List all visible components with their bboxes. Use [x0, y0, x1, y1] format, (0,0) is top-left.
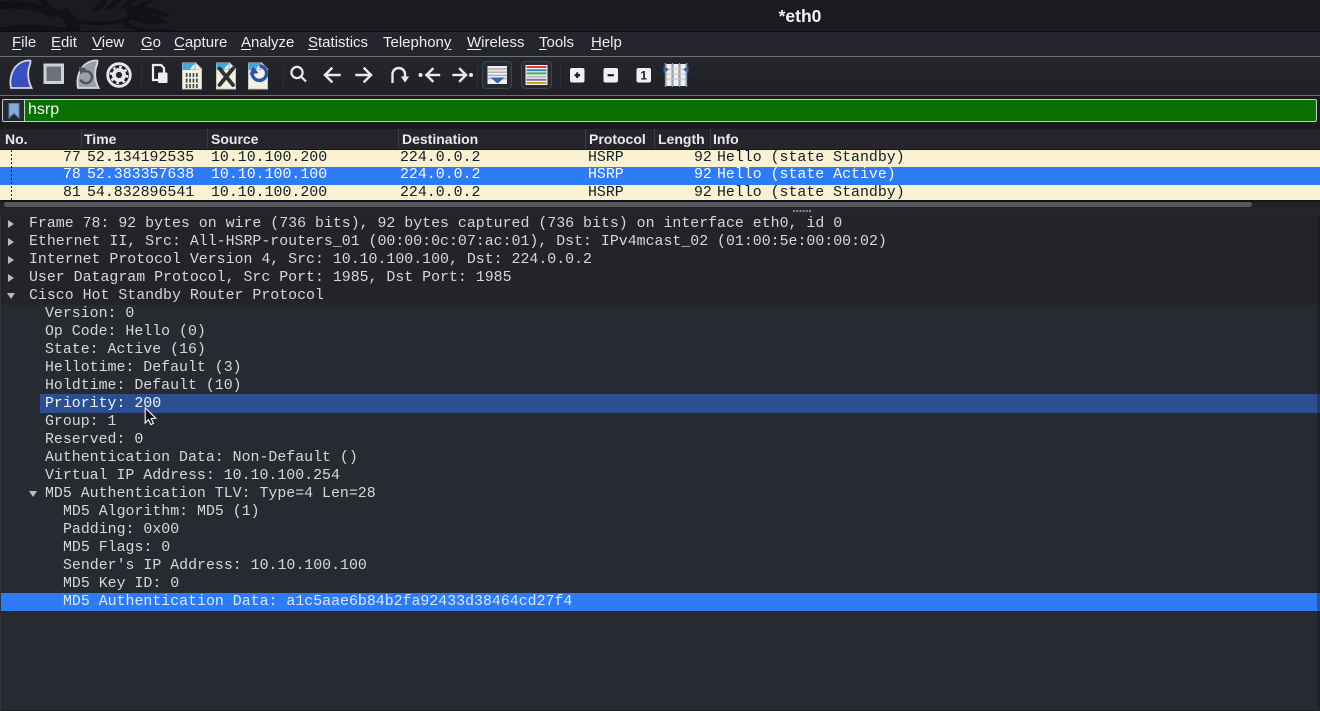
svg-text:1: 1: [640, 69, 647, 83]
